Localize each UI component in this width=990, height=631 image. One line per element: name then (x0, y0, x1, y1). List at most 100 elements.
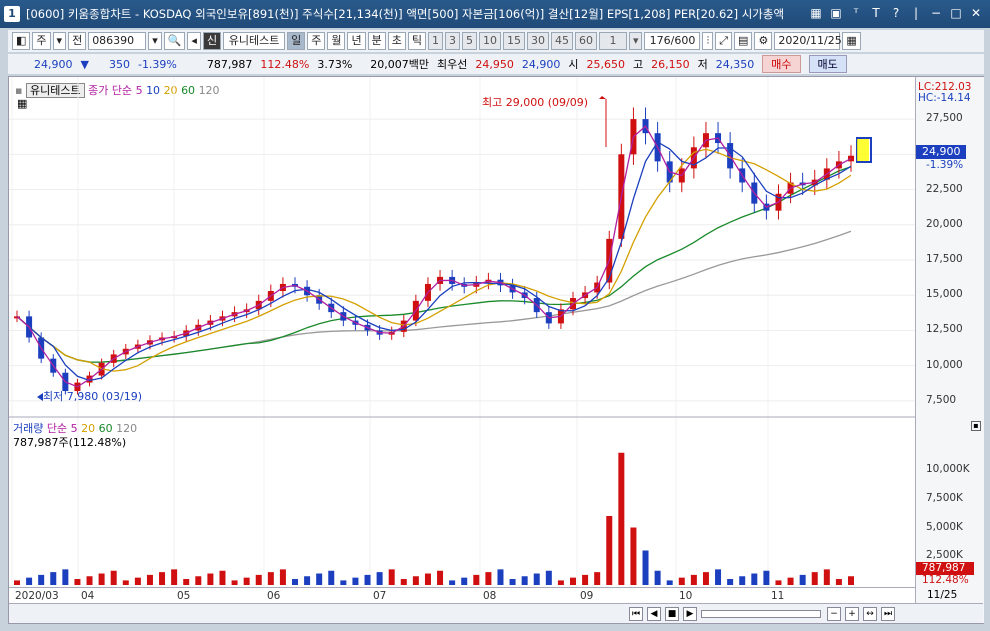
close-icon[interactable]: ✕ (968, 5, 984, 21)
font-icon[interactable]: T (868, 5, 884, 21)
period-month[interactable]: 월 (327, 32, 346, 50)
volume-bar (183, 579, 190, 585)
x-tick: 09 (580, 590, 594, 602)
count-dropdown-icon[interactable]: ▾ (628, 32, 643, 50)
calendar-icon[interactable]: ▦ (842, 32, 861, 50)
turnover: 3.73% (317, 57, 353, 71)
volume-bar (606, 516, 613, 585)
volume-bar (50, 572, 57, 585)
volume-bar (219, 570, 226, 585)
volume-bar (497, 569, 504, 585)
volume-bar (485, 572, 492, 585)
buy-button[interactable]: 매수 (762, 55, 801, 73)
volume-bar (823, 569, 830, 585)
candle-icon[interactable]: ⫶ (702, 32, 714, 50)
period-tick[interactable]: 틱 (407, 32, 426, 50)
minute-3[interactable]: 3 (444, 32, 460, 50)
zoom-slider[interactable] (701, 610, 821, 618)
volume-tick: 2,500K (926, 549, 963, 562)
minute-45[interactable]: 45 (550, 32, 573, 50)
zoom-in-icon[interactable]: + (845, 607, 859, 621)
panel-close-icon[interactable]: ▪ (971, 421, 981, 431)
volume-bar (412, 576, 419, 585)
minimize-icon[interactable]: − (928, 5, 944, 21)
volume-bar (787, 577, 794, 585)
copy-icon[interactable]: ▣ (828, 5, 844, 21)
volume-bar (62, 569, 69, 585)
volume-bar (739, 576, 746, 585)
volume-bar (690, 574, 697, 585)
volume-bar (352, 577, 359, 585)
minute-5[interactable]: 5 (461, 32, 477, 50)
mode2-select[interactable]: 전 (68, 32, 87, 50)
minute-30[interactable]: 30 (526, 32, 549, 50)
title-bar: 1 [0600] 키움종합차트 - KOSDAQ 외국인보유[891(천)] 주… (0, 0, 990, 28)
count-box[interactable]: 1 (598, 32, 627, 50)
new-badge: 신 (202, 32, 222, 50)
volume-bar (74, 579, 81, 585)
volume-bar (304, 576, 311, 585)
volume-bar (86, 576, 93, 585)
settings-icon[interactable]: ⚙ (754, 32, 773, 50)
volume-bar (424, 573, 431, 585)
vol-ratio: 112.48% (260, 57, 310, 71)
x-tick: 05 (177, 590, 191, 602)
minute-10[interactable]: 10 (478, 32, 501, 50)
scroll-first-icon[interactable]: ⏮ (629, 607, 643, 621)
volume-bar (449, 580, 456, 585)
ma5-line (16, 125, 852, 388)
period-year[interactable]: 년 (347, 32, 366, 50)
chart-area[interactable]: ▪ 유니테스트 종가 단순 5 10 20 60 120 ▦ 최고 29,000… (8, 76, 984, 624)
save-icon[interactable]: ▤ (734, 32, 753, 50)
volume-bar (678, 577, 685, 585)
current-volume-pct: 112.48% (922, 574, 969, 586)
volume-tick: 7,500K (926, 491, 963, 504)
hc-value: HC:-14.14 (918, 92, 971, 104)
zoom-out-icon[interactable]: − (827, 607, 841, 621)
volume-bar (279, 569, 286, 585)
period-minute[interactable]: 분 (367, 32, 386, 50)
layout-icon[interactable]: ◧ (12, 32, 31, 50)
sound-icon[interactable]: ◂ (187, 32, 201, 50)
scroll-end-icon[interactable]: ⏭ (881, 607, 895, 621)
date-input[interactable]: 2020/11/25 (774, 32, 842, 50)
zoom-reset-icon[interactable]: ↔ (863, 607, 877, 621)
period-week[interactable]: 주 (307, 32, 326, 50)
x-tick: 10 (679, 590, 693, 602)
stock-code-input[interactable]: 086390 (88, 32, 147, 50)
scroll-next-icon[interactable]: ▶ (683, 607, 697, 621)
maximize-icon[interactable]: □ (948, 5, 964, 21)
search-icon[interactable]: 🔍 (163, 32, 186, 50)
sell-button[interactable]: 매도 (808, 55, 847, 73)
font-size-icon[interactable]: ᵀ (848, 5, 864, 21)
dropdown-icon[interactable]: ▾ (52, 32, 67, 50)
open-label: 시 (568, 58, 579, 71)
volume-bar (835, 579, 842, 585)
scroll-prev-icon[interactable]: ◀ (647, 607, 661, 621)
volume-bar (618, 452, 625, 585)
minute-1[interactable]: 1 (427, 32, 443, 50)
volume-bar (557, 580, 564, 585)
candle-body (848, 155, 854, 162)
period-day[interactable]: 일 (287, 32, 306, 50)
line-tool-icon[interactable]: ⤢ (715, 32, 733, 50)
code-dropdown-icon[interactable]: ▾ (148, 32, 162, 50)
volume-bar (195, 576, 202, 585)
minute-15[interactable]: 15 (502, 32, 525, 50)
grid-icon[interactable]: ▦ (808, 5, 824, 21)
current-price-pct: -1.39% (926, 159, 964, 171)
volume-bar (376, 572, 383, 585)
volume-bar (727, 579, 734, 585)
open: 25,650 (586, 57, 626, 71)
window-title: [0600] 키움종합차트 - KOSDAQ 외국인보유[891(천)] 주식수… (26, 7, 785, 21)
period-second[interactable]: 초 (387, 32, 406, 50)
y-tick: 15,000 (926, 288, 963, 301)
ma120-line (16, 230, 852, 363)
scroll-stop-icon[interactable]: ■ (665, 607, 679, 621)
chart-scrollbar[interactable]: ⏮ ◀ ■ ▶ − + ↔ ⏭ (9, 603, 983, 623)
volume-bar (848, 576, 854, 585)
help-icon[interactable]: ? (888, 5, 904, 21)
minute-60[interactable]: 60 (574, 32, 597, 50)
volume-bar (594, 572, 601, 585)
mode-select[interactable]: 주 (32, 32, 51, 50)
